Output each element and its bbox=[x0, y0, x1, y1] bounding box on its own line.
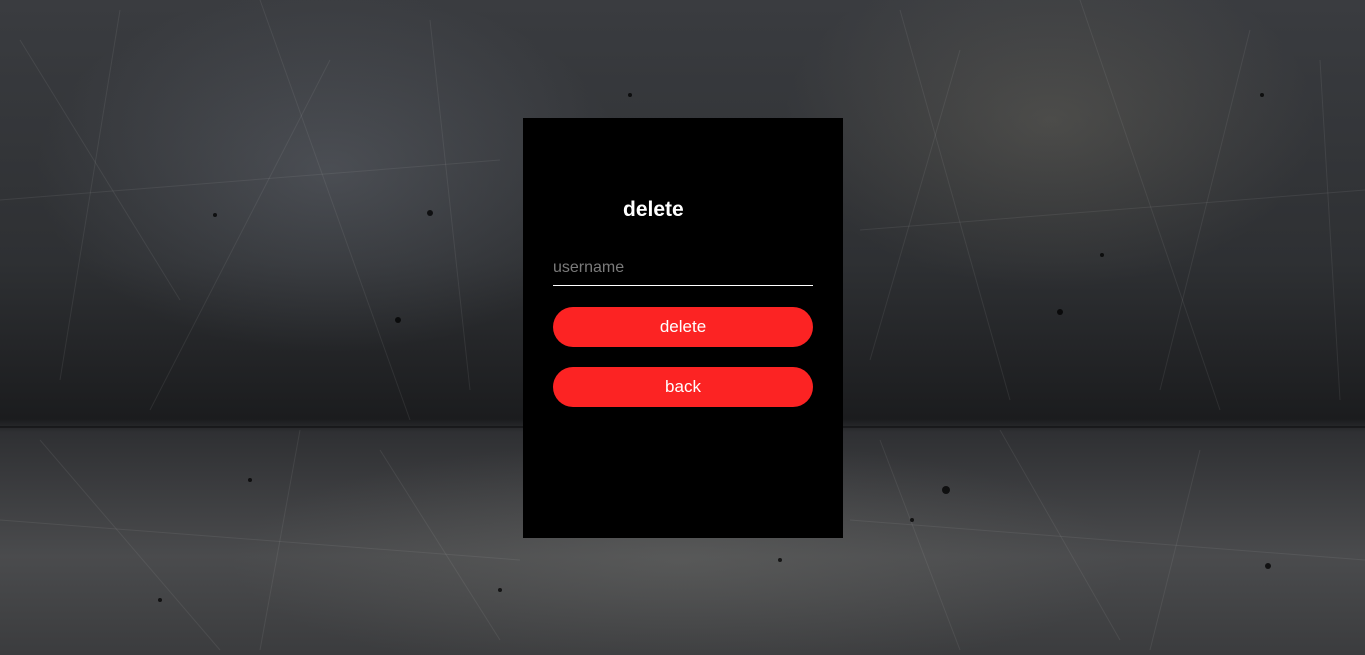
back-button[interactable]: back bbox=[553, 367, 813, 407]
delete-button[interactable]: delete bbox=[553, 307, 813, 347]
delete-form-card: delete delete back bbox=[523, 118, 843, 538]
username-input[interactable] bbox=[553, 250, 813, 286]
form-title: delete bbox=[623, 198, 684, 221]
